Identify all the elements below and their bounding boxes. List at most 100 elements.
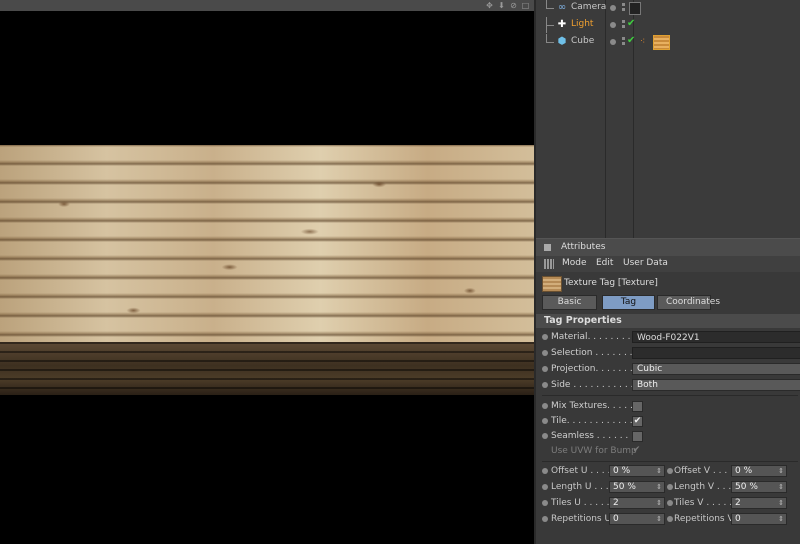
object-manager: ∞ Camera ✚ Light ✔ ⬢ Cube ✔ ⁖ [534, 0, 800, 238]
tiles-v-input[interactable]: 2 ⇕ [731, 497, 787, 509]
keyframe-dot[interactable] [667, 500, 673, 506]
side-dropdown[interactable]: Both [632, 379, 800, 391]
keyframe-dot[interactable] [667, 516, 673, 522]
keyframe-dot[interactable] [542, 403, 548, 409]
tiles-u-input[interactable]: 2 ⇕ [609, 497, 665, 509]
texture-tag-icon[interactable] [653, 35, 670, 50]
enabled-check-icon[interactable]: ✔ [627, 18, 635, 29]
mix-textures-label: Mix Textures. . . . . . [551, 401, 639, 411]
length-v-input[interactable]: 50 % ⇕ [731, 481, 787, 493]
divider [542, 395, 798, 396]
search-icon[interactable]: ⊘ [509, 1, 518, 10]
object-header: Texture Tag [Texture] [536, 274, 800, 293]
enabled-check-icon[interactable]: ✔ [627, 35, 635, 46]
texture-thumbnail-icon [542, 276, 562, 292]
grid-icon[interactable] [544, 259, 554, 269]
divider [542, 461, 798, 462]
visibility-dot[interactable] [610, 22, 616, 28]
length-u-label: Length U . . . . [551, 482, 615, 492]
selection-label: Selection . . . . . . . . [551, 348, 639, 358]
render-dots[interactable] [622, 3, 625, 13]
section-title: Tag Properties [544, 315, 622, 326]
menu-edit[interactable]: Edit [596, 258, 613, 268]
object-name: Light [571, 19, 594, 29]
tile-row: Tile. . . . . . . . . . . . . ✔ [536, 414, 800, 429]
keyframe-dot[interactable] [542, 484, 548, 490]
repetitions-row: Repetitions U 0 ⇕ Repetitions V 0 ⇕ [536, 512, 800, 527]
tab-basic[interactable]: Basic [542, 295, 597, 310]
offset-u-label: Offset U . . . . [551, 466, 611, 476]
keyframe-dot[interactable] [542, 500, 548, 506]
tile-checkbox[interactable]: ✔ [632, 416, 643, 427]
attributes-menu-bar: Mode Edit User Data [536, 256, 800, 272]
keyframe-dot[interactable] [542, 350, 548, 356]
camera-icon: ∞ [557, 2, 567, 13]
projection-label: Projection. . . . . . . . [551, 364, 639, 374]
render-dots[interactable] [622, 20, 625, 30]
tab-tag[interactable]: Tag [602, 295, 655, 310]
offset-u-input[interactable]: 0 % ⇕ [609, 465, 665, 477]
tiles-row: Tiles U . . . . . 2 ⇕ Tiles V . . . . . 2… [536, 496, 800, 511]
viewport-header: ✥ ⬇ ⊘ □ [0, 0, 534, 11]
menu-user-data[interactable]: User Data [623, 258, 668, 268]
keyframe-dot[interactable] [542, 418, 548, 424]
keyframe-dot[interactable] [542, 382, 548, 388]
side-label: Side . . . . . . . . . . . . [551, 380, 640, 390]
tab-bar: Basic Tag Coordinates [542, 295, 720, 310]
visibility-dot[interactable] [610, 5, 616, 11]
square-icon[interactable]: □ [521, 1, 530, 10]
object-row-light[interactable]: ✚ Light ✔ [536, 17, 800, 33]
selection-field[interactable] [632, 347, 800, 359]
mix-textures-row: Mix Textures. . . . . . [536, 399, 800, 414]
material-label: Material. . . . . . . . . [551, 332, 637, 342]
keyframe-dot[interactable] [667, 468, 673, 474]
wood-floor-edge-render [0, 342, 534, 395]
material-row: Material. . . . . . . . . Wood-F022V1 [536, 330, 800, 345]
object-name: Cube [571, 36, 595, 46]
side-row: Side . . . . . . . . . . . . Both [536, 378, 800, 393]
material-field[interactable]: Wood-F022V1 [632, 331, 800, 343]
keyframe-dot[interactable] [542, 334, 548, 340]
keyframe-dot[interactable] [542, 516, 548, 522]
tiles-v-label: Tiles V . . . . . [674, 498, 733, 508]
render-dots[interactable] [622, 37, 625, 47]
offset-v-input[interactable]: 0 % ⇕ [731, 465, 787, 477]
offset-v-label: Offset V . . . . [674, 466, 733, 476]
uvw-bump-row: Use UVW for Bump ✔ [536, 444, 800, 459]
keyframe-dot[interactable] [667, 484, 673, 490]
seamless-label: Seamless . . . . . . . [551, 431, 634, 441]
offset-row: Offset U . . . . 0 % ⇕ Offset V . . . . 0… [536, 464, 800, 479]
repetitions-v-label: Repetitions V [674, 514, 734, 524]
length-u-input[interactable]: 50 % ⇕ [609, 481, 665, 493]
length-row: Length U . . . . 50 % ⇕ Length V . . . . … [536, 480, 800, 495]
phong-tag-icon[interactable]: ⁖ [640, 38, 649, 47]
seamless-row: Seamless . . . . . . . [536, 429, 800, 444]
length-v-label: Length V . . . . [674, 482, 737, 492]
projection-dropdown[interactable]: Cubic [632, 363, 800, 375]
mix-textures-checkbox[interactable] [632, 401, 643, 412]
repetitions-u-label: Repetitions U [551, 514, 612, 524]
repetitions-v-input[interactable]: 0 ⇕ [731, 513, 787, 525]
move-icon[interactable]: ✥ [485, 1, 494, 10]
tab-coordinates[interactable]: Coordinates [657, 295, 720, 310]
camera-tag-icon[interactable] [629, 2, 641, 15]
uvw-bump-checkbox: ✔ [632, 445, 641, 455]
viewport[interactable]: ✥ ⬇ ⊘ □ [0, 0, 534, 544]
panel-menu-icon[interactable] [544, 244, 551, 251]
menu-mode[interactable]: Mode [562, 258, 587, 268]
repetitions-u-input[interactable]: 0 ⇕ [609, 513, 665, 525]
visibility-dot[interactable] [610, 39, 616, 45]
keyframe-dot[interactable] [542, 433, 548, 439]
object-row-cube[interactable]: ⬢ Cube ✔ ⁖ [536, 34, 800, 50]
keyframe-dot[interactable] [542, 366, 548, 372]
down-arrow-icon[interactable]: ⬇ [497, 1, 506, 10]
object-row-camera[interactable]: ∞ Camera [536, 0, 800, 16]
keyframe-dot[interactable] [542, 468, 548, 474]
light-icon: ✚ [557, 19, 567, 30]
attributes-title: Attributes [561, 242, 606, 252]
uvw-bump-label: Use UVW for Bump [551, 446, 637, 456]
seamless-checkbox[interactable] [632, 431, 643, 442]
object-title: Texture Tag [Texture] [564, 278, 658, 288]
selection-row: Selection . . . . . . . . [536, 346, 800, 361]
wood-floor-top-render [0, 145, 534, 342]
